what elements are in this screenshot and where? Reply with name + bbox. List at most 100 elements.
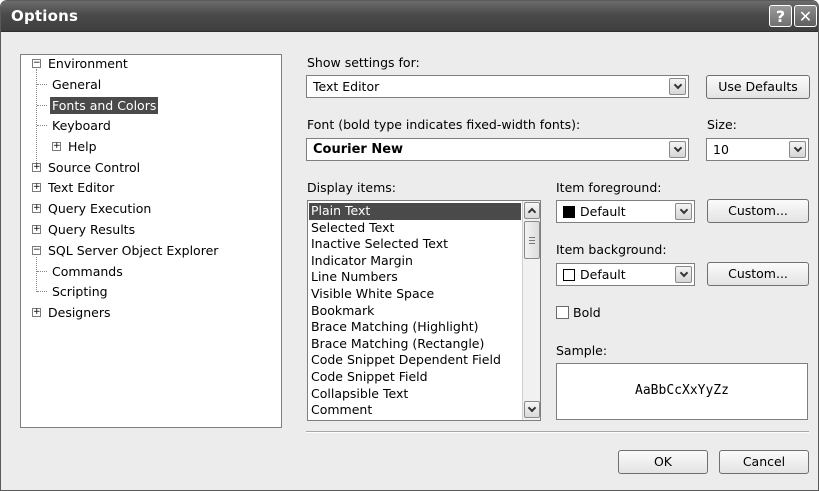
display-items-label: Display items: (307, 180, 397, 195)
item-background-select[interactable]: Default (556, 263, 695, 286)
list-item[interactable]: Selected Text (309, 220, 521, 237)
foreground-swatch (563, 206, 575, 218)
background-value: Default (580, 267, 626, 282)
list-scrollbar[interactable] (522, 201, 540, 420)
list-item[interactable]: Indicator Margin (309, 253, 521, 270)
help-icon: ? (775, 6, 786, 26)
chevron-down-icon (673, 80, 682, 90)
expand-icon[interactable]: + (32, 308, 41, 317)
tree-item-general[interactable]: General (21, 76, 281, 93)
tree-item-label: Keyboard (52, 118, 111, 133)
tree-item-label: Source Control (48, 160, 141, 175)
tree-item-label: Designers (48, 305, 111, 320)
chevron-up-icon (527, 207, 537, 217)
chevron-down-icon (679, 268, 688, 278)
tree-item-commands[interactable]: Commands (21, 263, 281, 280)
options-dialog: Options ? ✕ − Environment General Fonts … (0, 0, 819, 491)
background-custom-button[interactable]: Custom... (707, 262, 809, 286)
close-icon: ✕ (798, 6, 813, 26)
sample-preview: AaBbCcXxYyZz (556, 363, 808, 420)
sample-text: AaBbCcXxYyZz (635, 383, 729, 398)
list-item[interactable]: Visible White Space (309, 286, 521, 303)
tree-item-label: Fonts and Colors (50, 97, 159, 114)
tree-item-label: Query Results (48, 222, 136, 237)
chevron-down-icon (679, 205, 688, 215)
scroll-thumb[interactable] (524, 221, 540, 259)
bold-label: Bold (573, 305, 601, 320)
help-button[interactable]: ? (769, 5, 792, 27)
expand-icon[interactable]: + (32, 163, 41, 172)
title-bar[interactable]: Options ? ✕ (1, 1, 818, 32)
tree-item-label: Environment (48, 56, 128, 71)
collapse-icon[interactable]: − (32, 59, 41, 68)
tree-item-sql-server-object-explorer[interactable]: − SQL Server Object Explorer (21, 242, 281, 259)
scroll-up-button[interactable] (524, 202, 540, 219)
tree-item-label: Help (68, 139, 97, 154)
list-item[interactable]: Inactive Selected Text (309, 236, 521, 253)
tree-item-label: Text Editor (48, 180, 115, 195)
show-settings-select[interactable]: Text Editor (306, 75, 689, 98)
show-settings-value: Text Editor (313, 79, 380, 94)
list-item[interactable]: Code Snippet Dependent Field (309, 352, 521, 369)
list-item[interactable]: Collapsible Text (309, 386, 521, 403)
expand-icon[interactable]: + (32, 225, 41, 234)
item-foreground-label: Item foreground: (556, 180, 662, 195)
use-defaults-button[interactable]: Use Defaults (706, 75, 810, 99)
font-label: Font (bold type indicates fixed-width fo… (307, 117, 581, 132)
list-item[interactable]: Line Numbers (309, 269, 521, 286)
tree-item-scripting[interactable]: Scripting (21, 283, 281, 300)
tree-item-label: Scripting (52, 284, 108, 299)
dropdown-button[interactable] (669, 78, 686, 95)
expand-icon[interactable]: + (32, 183, 41, 192)
dropdown-button[interactable] (675, 266, 692, 283)
chevron-down-icon (793, 143, 802, 153)
bold-checkbox[interactable] (556, 306, 569, 319)
list-item[interactable]: Brace Matching (Rectangle) (309, 336, 521, 353)
background-swatch (563, 269, 575, 281)
tree-item-help[interactable]: + Help (21, 138, 281, 155)
list-item[interactable]: Bookmark (309, 303, 521, 320)
list-item[interactable]: Brace Matching (Highlight) (309, 319, 521, 336)
dropdown-button[interactable] (675, 203, 692, 220)
sample-label: Sample: (556, 343, 608, 358)
list-item[interactable]: Plain Text (309, 203, 521, 220)
ok-button[interactable]: OK (618, 450, 708, 474)
tree-item-label: Query Execution (48, 201, 152, 216)
dropdown-button[interactable] (669, 141, 686, 158)
tree-item-fonts-and-colors[interactable]: Fonts and Colors (21, 97, 281, 114)
divider (306, 431, 809, 433)
close-button[interactable]: ✕ (794, 5, 817, 27)
item-background-label: Item background: (556, 242, 667, 257)
collapse-icon[interactable]: − (32, 246, 41, 255)
tree-item-text-editor[interactable]: + Text Editor (21, 179, 281, 196)
grip-line (529, 237, 535, 238)
list-item[interactable]: Comment (309, 402, 521, 419)
tree-item-keyboard[interactable]: Keyboard (21, 117, 281, 134)
chevron-down-icon (673, 143, 682, 153)
display-items-list[interactable]: Plain Text Selected Text Inactive Select… (307, 200, 541, 421)
list-item[interactable]: Code Snippet Field (309, 369, 521, 386)
tree-item-label: General (52, 77, 102, 92)
font-value: Courier New (313, 142, 404, 157)
size-select[interactable]: 10 (706, 138, 809, 161)
item-foreground-select[interactable]: Default (556, 200, 695, 223)
scroll-down-button[interactable] (524, 401, 540, 418)
font-select[interactable]: Courier New (306, 138, 689, 161)
show-settings-label: Show settings for: (307, 55, 420, 70)
expand-icon[interactable]: + (32, 204, 41, 213)
size-label: Size: (707, 117, 737, 132)
foreground-custom-button[interactable]: Custom... (707, 199, 809, 223)
grip-line (529, 240, 535, 241)
dropdown-button[interactable] (789, 141, 806, 158)
foreground-value: Default (580, 204, 626, 219)
tree-item-label: SQL Server Object Explorer (48, 243, 219, 258)
tree-item-label: Commands (52, 264, 123, 279)
tree-item-designers[interactable]: + Designers (21, 304, 281, 321)
tree-item-query-results[interactable]: + Query Results (21, 221, 281, 238)
cancel-button[interactable]: Cancel (719, 450, 809, 474)
tree-item-query-execution[interactable]: + Query Execution (21, 200, 281, 217)
tree-item-environment[interactable]: − Environment (21, 55, 281, 72)
expand-icon[interactable]: + (52, 142, 61, 151)
options-tree[interactable]: − Environment General Fonts and Colors K… (20, 54, 282, 428)
tree-item-source-control[interactable]: + Source Control (21, 159, 281, 176)
